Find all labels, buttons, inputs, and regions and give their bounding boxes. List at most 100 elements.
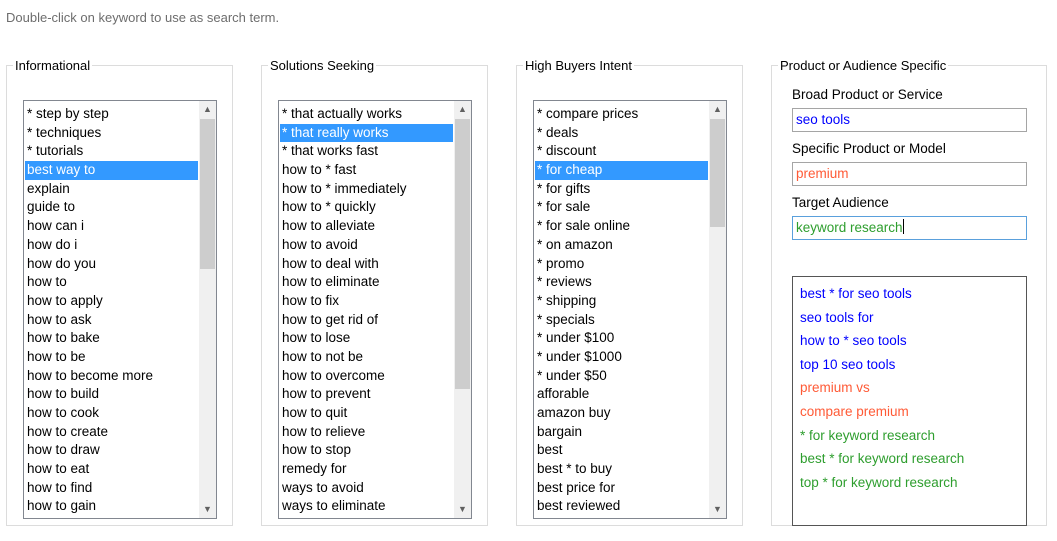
list-item[interactable]: how can i — [25, 217, 198, 236]
suggestions-listbox[interactable]: best * for seo tools seo tools for how to … — [792, 276, 1027, 526]
scroll-thumb[interactable] — [710, 119, 725, 227]
suggestions-list: best * for seo tools seo tools for how to … — [800, 282, 964, 494]
list-item[interactable]: * under $100 — [535, 329, 708, 348]
broad-product-input[interactable]: seo tools — [792, 108, 1027, 132]
specific-product-label: Specific Product or Model — [792, 141, 946, 156]
list-item[interactable]: how to * fast — [280, 161, 453, 180]
specific-product-value: premium — [796, 166, 849, 181]
list-item[interactable]: * step by step — [25, 105, 198, 124]
list-item[interactable]: how to overcome — [280, 367, 453, 386]
list-item[interactable]: * that actually works — [280, 105, 453, 124]
list-item[interactable]: best way to — [25, 161, 198, 180]
list-item[interactable]: remedy for — [280, 460, 453, 479]
vertical-scrollbar[interactable]: ▲ ▼ — [454, 101, 471, 518]
informational-listbox[interactable]: * step by step * techniques * tutorials bes… — [23, 100, 217, 519]
list-item[interactable]: how to quit — [280, 404, 453, 423]
list-item[interactable]: * specials — [535, 311, 708, 330]
list-item[interactable]: how to relieve — [280, 423, 453, 442]
list-item[interactable]: * under $50 — [535, 367, 708, 386]
list-item[interactable]: how to become more — [25, 367, 198, 386]
list-item[interactable]: how to be — [25, 348, 198, 367]
list-item[interactable]: how to not be — [280, 348, 453, 367]
list-item[interactable]: how to find — [25, 479, 198, 498]
list-item[interactable]: how to * quickly — [280, 198, 453, 217]
list-item[interactable]: best reviewed — [535, 497, 708, 516]
solutions-seeking-legend: Solutions Seeking — [270, 58, 375, 73]
target-audience-label: Target Audience — [792, 195, 889, 210]
list-item[interactable]: how do you — [25, 255, 198, 274]
vertical-scrollbar[interactable]: ▲ ▼ — [199, 101, 216, 518]
list-item[interactable]: best — [535, 441, 708, 460]
list-item[interactable]: how to * immediately — [280, 180, 453, 199]
scroll-up-icon[interactable]: ▲ — [709, 101, 726, 118]
suggestion-item[interactable]: best * for seo tools — [800, 282, 964, 306]
list-item[interactable]: * for sale — [535, 198, 708, 217]
suggestion-item[interactable]: * for keyword research — [800, 424, 964, 448]
scroll-up-icon[interactable]: ▲ — [454, 101, 471, 118]
scroll-down-icon[interactable]: ▼ — [454, 501, 471, 518]
list-item[interactable]: how to deal with — [280, 255, 453, 274]
list-item[interactable]: how to gain — [25, 497, 198, 516]
list-item[interactable]: how do i — [25, 236, 198, 255]
list-item[interactable]: best price for — [535, 479, 708, 498]
list-item[interactable]: how to apply — [25, 292, 198, 311]
list-item[interactable]: explain — [25, 180, 198, 199]
vertical-scrollbar[interactable]: ▲ ▼ — [709, 101, 726, 518]
scroll-thumb[interactable] — [200, 119, 215, 269]
list-item[interactable]: * under $1000 — [535, 348, 708, 367]
high-buyers-intent-listbox[interactable]: * compare prices * deals * discount * for c… — [533, 100, 727, 519]
list-item[interactable]: * on amazon — [535, 236, 708, 255]
solutions-seeking-listbox[interactable]: * that actually works * that really works… — [278, 100, 472, 519]
scroll-down-icon[interactable]: ▼ — [199, 501, 216, 518]
list-item[interactable]: ways to avoid — [280, 479, 453, 498]
list-item[interactable]: * techniques — [25, 124, 198, 143]
list-item[interactable]: how to — [25, 273, 198, 292]
suggestion-item[interactable]: best * for keyword research — [800, 447, 964, 471]
list-item[interactable]: how to cook — [25, 404, 198, 423]
suggestion-item[interactable]: compare premium — [800, 400, 964, 424]
list-item[interactable]: how to prevent — [280, 385, 453, 404]
list-item[interactable]: how to eliminate — [280, 273, 453, 292]
list-item[interactable]: how to fix — [280, 292, 453, 311]
suggestion-item[interactable]: premium vs — [800, 376, 964, 400]
list-item[interactable]: * compare prices — [535, 105, 708, 124]
list-item[interactable]: bargain — [535, 423, 708, 442]
list-item[interactable]: * for cheap — [535, 161, 708, 180]
list-item[interactable]: afforable — [535, 385, 708, 404]
list-item[interactable]: how to draw — [25, 441, 198, 460]
scroll-thumb[interactable] — [455, 119, 470, 389]
list-item[interactable]: how to alleviate — [280, 217, 453, 236]
suggestion-item[interactable]: how to * seo tools — [800, 329, 964, 353]
list-item[interactable]: how to avoid — [280, 236, 453, 255]
list-item[interactable]: best * to buy — [535, 460, 708, 479]
list-item[interactable]: * reviews — [535, 273, 708, 292]
list-item[interactable]: * that really works — [280, 123, 453, 143]
list-item[interactable]: * discount — [535, 142, 708, 161]
list-item[interactable]: * tutorials — [25, 142, 198, 161]
broad-product-label: Broad Product or Service — [792, 87, 943, 102]
target-audience-input[interactable]: keyword research — [792, 216, 1027, 240]
list-item[interactable]: how to lose — [280, 329, 453, 348]
list-item[interactable]: * deals — [535, 124, 708, 143]
list-item[interactable]: ways to eliminate — [280, 497, 453, 516]
list-item[interactable]: how to get rid of — [280, 311, 453, 330]
list-item[interactable]: how to build — [25, 385, 198, 404]
suggestion-item[interactable]: top 10 seo tools — [800, 353, 964, 377]
list-item[interactable]: * that works fast — [280, 142, 453, 161]
scroll-up-icon[interactable]: ▲ — [199, 101, 216, 118]
list-item[interactable]: guide to — [25, 198, 198, 217]
scroll-down-icon[interactable]: ▼ — [709, 501, 726, 518]
specific-product-input[interactable]: premium — [792, 162, 1027, 186]
list-item[interactable]: how to eat — [25, 460, 198, 479]
list-item[interactable]: * for gifts — [535, 180, 708, 199]
list-item[interactable]: how to stop — [280, 441, 453, 460]
list-item[interactable]: * for sale online — [535, 217, 708, 236]
list-item[interactable]: amazon buy — [535, 404, 708, 423]
suggestion-item[interactable]: seo tools for — [800, 306, 964, 330]
list-item[interactable]: how to create — [25, 423, 198, 442]
list-item[interactable]: how to ask — [25, 311, 198, 330]
list-item[interactable]: * shipping — [535, 292, 708, 311]
list-item[interactable]: * promo — [535, 255, 708, 274]
list-item[interactable]: how to bake — [25, 329, 198, 348]
suggestion-item[interactable]: top * for keyword research — [800, 471, 964, 495]
